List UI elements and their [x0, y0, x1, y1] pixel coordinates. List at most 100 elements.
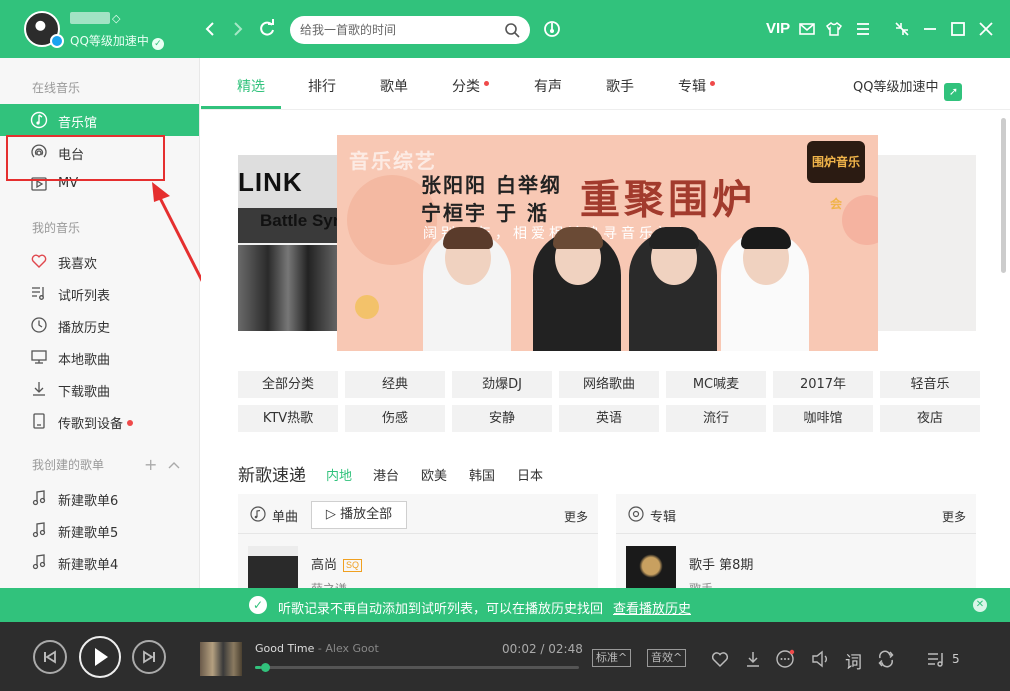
- more-icon[interactable]: [775, 649, 795, 669]
- badge-icon: [50, 34, 64, 48]
- maximize-icon[interactable]: [949, 20, 967, 38]
- collapse-icon[interactable]: [167, 460, 181, 470]
- search-input[interactable]: [300, 21, 500, 39]
- search-icon[interactable]: [504, 22, 520, 38]
- sidebar-item-label: 音乐馆: [58, 116, 98, 131]
- playlist-icon: [32, 522, 46, 538]
- sidebar-item-device[interactable]: 传歌到设备: [0, 405, 199, 437]
- player-bar: Good Time - Alex Goot 00:02 / 02:48 标准^ …: [0, 622, 1010, 691]
- category-club[interactable]: 夜店: [880, 405, 980, 432]
- song-artist[interactable]: 薛之谦: [311, 580, 347, 588]
- category-internet[interactable]: 网络歌曲: [559, 371, 659, 398]
- category-cafe[interactable]: 咖啡馆: [773, 405, 873, 432]
- banner-prev-poster[interactable]: LINK Battle Syn: [238, 155, 343, 331]
- song-title: 高尚: [311, 558, 338, 573]
- user-name-blurred[interactable]: [70, 12, 110, 24]
- user-status[interactable]: QQ等级加速中 ✓: [70, 32, 164, 50]
- sidebar-item-label: 新建歌单4: [58, 558, 119, 573]
- next-button[interactable]: [132, 640, 166, 674]
- category-all[interactable]: 全部分类: [238, 371, 338, 398]
- track-cover[interactable]: [200, 642, 242, 676]
- sidebar-item-label: 试听列表: [58, 289, 111, 304]
- track-title: Good Time: [255, 642, 315, 655]
- sidebar-item-playlist-5[interactable]: 新建歌单5: [0, 514, 199, 546]
- play-all-button[interactable]: ▷ 播放全部: [311, 501, 407, 529]
- tab-featured[interactable]: 精选: [237, 76, 265, 96]
- new-songs-tab-western[interactable]: 欧美: [421, 465, 447, 484]
- category-light[interactable]: 轻音乐: [880, 371, 980, 398]
- banner-main[interactable]: 音乐综艺 张阳阳 白举纲 宁桓宇 于 湉 重聚围炉 阔别三年，相爱相杀追寻音乐初…: [337, 135, 878, 351]
- category-sad[interactable]: 伤感: [345, 405, 445, 432]
- track-separator: -: [314, 642, 326, 655]
- tab-albums[interactable]: 专辑: [678, 76, 715, 96]
- category-mc[interactable]: MC喊麦: [666, 371, 766, 398]
- mail-icon[interactable]: [798, 20, 816, 38]
- loop-icon[interactable]: [876, 649, 896, 669]
- new-songs-tab-japan[interactable]: 日本: [517, 465, 543, 484]
- effect-button[interactable]: 音效^: [647, 649, 687, 667]
- category-classic[interactable]: 经典: [345, 371, 445, 398]
- diamond-icon: ◇: [112, 12, 121, 25]
- track-info[interactable]: Good Time - Alex Goot: [255, 642, 379, 655]
- category-pop[interactable]: 流行: [666, 405, 766, 432]
- minimize-icon[interactable]: [921, 20, 939, 38]
- scrollbar[interactable]: [1001, 118, 1006, 273]
- category-dj[interactable]: 劲爆DJ: [452, 371, 552, 398]
- album-artist[interactable]: 歌手: [689, 580, 713, 588]
- vip-link[interactable]: VIP: [766, 20, 790, 37]
- close-icon[interactable]: [977, 20, 995, 38]
- playlist-queue-icon[interactable]: [926, 649, 946, 669]
- category-2017[interactable]: 2017年: [773, 371, 873, 398]
- song-thumbnail[interactable]: [248, 546, 298, 588]
- like-icon[interactable]: [710, 649, 730, 669]
- vip-speed-link[interactable]: QQ等级加速中 ➚: [853, 76, 963, 101]
- listen-identify-icon[interactable]: [543, 20, 561, 38]
- sq-badge: SQ: [343, 559, 363, 572]
- lyric-button[interactable]: 词: [845, 648, 865, 673]
- play-button[interactable]: [79, 636, 121, 678]
- main-content: 精选 排行 歌单 分类 有声 歌手 专辑 QQ等级加速中 ➚ LINK Battl…: [201, 58, 1010, 588]
- rocket-icon: ➚: [944, 83, 963, 101]
- previous-button[interactable]: [33, 640, 67, 674]
- category-quiet[interactable]: 安静: [452, 405, 552, 432]
- sidebar-item-playlist-4[interactable]: 新建歌单4: [0, 546, 199, 578]
- sidebar-item-playlist-6[interactable]: 新建歌单6: [0, 482, 199, 514]
- progress-bar[interactable]: [255, 663, 579, 672]
- refresh-button[interactable]: [255, 16, 279, 42]
- back-button[interactable]: [198, 16, 222, 42]
- tab-playlists[interactable]: 歌单: [380, 76, 408, 96]
- tab-categories[interactable]: 分类: [452, 76, 489, 96]
- single-more-link[interactable]: 更多: [564, 508, 588, 525]
- quality-button[interactable]: 标准^: [592, 649, 632, 667]
- add-playlist-icon[interactable]: +: [144, 455, 157, 474]
- playlist-count: 5: [952, 652, 960, 666]
- progress-knob[interactable]: [261, 663, 271, 672]
- mini-mode-icon[interactable]: [893, 20, 911, 38]
- new-songs-tab-korea[interactable]: 韩国: [469, 465, 495, 484]
- album-more-link[interactable]: 更多: [942, 508, 966, 525]
- sidebar-item-download[interactable]: 下载歌曲: [0, 373, 199, 405]
- new-songs-title: 新歌速递: [238, 466, 306, 486]
- skin-icon[interactable]: [825, 20, 843, 38]
- banner-next-poster[interactable]: [876, 155, 976, 331]
- volume-icon[interactable]: [810, 649, 830, 669]
- sidebar-item-label: 传歌到设备: [58, 413, 134, 432]
- category-english[interactable]: 英语: [559, 405, 659, 432]
- notice-close-icon[interactable]: ✕: [973, 598, 987, 612]
- view-history-link[interactable]: 查看播放历史: [613, 598, 691, 617]
- new-songs-tab-hktw[interactable]: 港台: [373, 465, 399, 484]
- category-ktv[interactable]: KTV热歌: [238, 405, 338, 432]
- album-thumbnail[interactable]: [626, 546, 676, 588]
- sidebar-item-local[interactable]: 本地歌曲: [0, 341, 199, 373]
- forward-button[interactable]: [226, 16, 250, 42]
- download-icon[interactable]: [743, 649, 763, 669]
- new-songs-tab-mainland[interactable]: 内地: [326, 465, 352, 484]
- tab-singers[interactable]: 歌手: [606, 76, 634, 96]
- song-name[interactable]: 高尚 SQ: [311, 554, 363, 573]
- album-name[interactable]: 歌手 第8期: [689, 554, 753, 573]
- menu-icon[interactable]: [854, 20, 872, 38]
- tab-audio[interactable]: 有声: [534, 76, 562, 96]
- tab-charts[interactable]: 排行: [308, 76, 336, 96]
- single-icon: [250, 506, 266, 522]
- sidebar-item-music-hall[interactable]: 音乐馆: [0, 104, 199, 136]
